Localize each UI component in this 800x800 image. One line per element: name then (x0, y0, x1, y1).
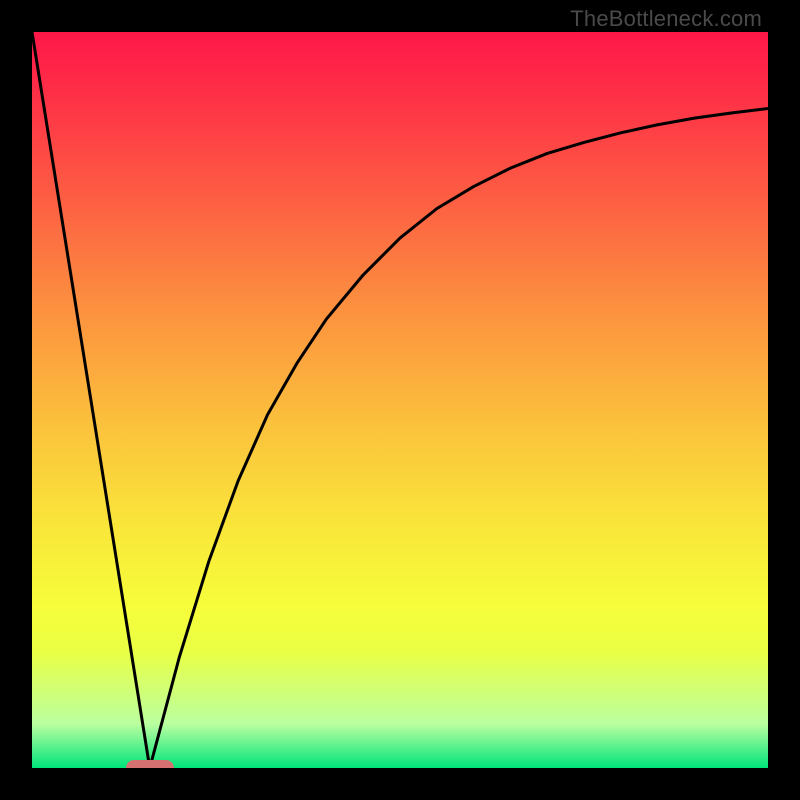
series-left-arm (32, 32, 150, 768)
curve-layer (32, 32, 768, 768)
optimal-point-marker (126, 760, 174, 768)
plot-area (32, 32, 768, 768)
bottleneck-curve (32, 32, 768, 768)
series-right-arm (150, 109, 768, 768)
watermark-text: TheBottleneck.com (570, 6, 762, 32)
chart-frame: TheBottleneck.com (0, 0, 800, 800)
